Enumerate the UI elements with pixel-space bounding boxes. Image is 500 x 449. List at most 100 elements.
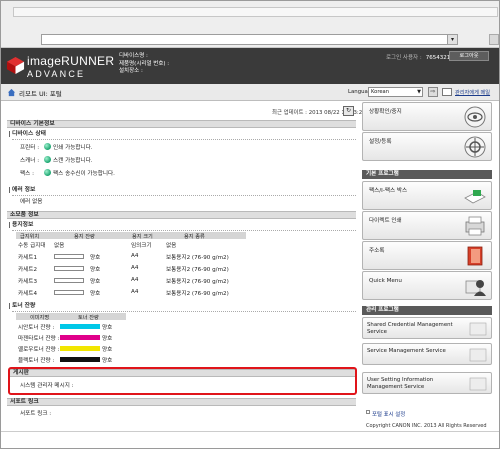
shared-credential-button[interactable]: Shared Credential Management Service — [362, 317, 492, 339]
paper-source: 카세트3 — [18, 279, 37, 285]
toner-level-bar-black — [60, 357, 100, 362]
support-header: 서포트 링크 — [7, 398, 356, 406]
chevron-down-icon: ▼ — [417, 89, 421, 95]
paper-level: 양호 — [90, 255, 101, 261]
location-label: 설치장소 : — [119, 68, 143, 74]
direct-print-button[interactable]: 다이렉트 인쇄 — [362, 211, 492, 240]
paper-level-bar — [54, 278, 84, 283]
paper-type: 보통용지2 (76-90 g/m2) — [166, 255, 229, 261]
login-info: 로그인 사용자 :7654321 — [386, 53, 450, 61]
user-setting-button[interactable]: User Setting Information Management Serv… — [362, 372, 492, 394]
language-select[interactable]: Korean ▼ — [368, 87, 423, 97]
status-label-fax: 팩스 : — [20, 171, 34, 177]
quick-menu-button[interactable]: Quick Menu — [362, 271, 492, 300]
paper-size: A4 — [131, 277, 139, 283]
toner-level-bar-yellow — [60, 346, 100, 351]
service-icon — [469, 348, 487, 362]
status-ok-icon — [44, 156, 51, 163]
logout-button[interactable]: 로그아웃 — [449, 51, 489, 61]
paper-source: 카세트4 — [18, 291, 37, 297]
admin-mail-link[interactable]: 관리자에게 메일 — [455, 89, 490, 96]
divider — [12, 195, 356, 196]
status-value-scanner: 스캔 가능합니다. — [53, 158, 93, 164]
error-value: 에러 없음 — [20, 199, 43, 205]
paper-table-header — [16, 232, 246, 239]
status-value-fax: 팩스 송수신이 가능합니다. — [53, 171, 115, 177]
toner-col-level: 토너 잔량 — [78, 315, 99, 321]
service-icon — [469, 322, 487, 336]
toner-level: 양호 — [102, 325, 113, 331]
status-value-printer: 인쇄 가능합니다. — [53, 145, 93, 151]
paper-level-bar — [54, 290, 84, 295]
toner-level: 양호 — [102, 336, 113, 342]
corner-button[interactable] — [489, 34, 499, 45]
toner-level-bar-cyan — [60, 324, 100, 329]
paper-size: 임의크기 — [131, 243, 152, 249]
toner-name: 시안토너 잔량 : — [18, 325, 55, 331]
service-management-button[interactable]: Service Management Service — [362, 343, 492, 365]
brand-line2: ADVANCE — [27, 69, 86, 79]
paper-level-bar — [54, 254, 84, 259]
brand-line1: imageRUNNER — [27, 54, 115, 68]
paper-size: A4 — [131, 265, 139, 271]
fax-box-button[interactable]: 팩스/I-팩스 박스 — [362, 181, 492, 210]
paper-level: 양호 — [90, 279, 101, 285]
paper-type: 보통용지2 (76-90 g/m2) — [166, 267, 229, 273]
toner-name: 블랙토너 잔량 : — [18, 358, 55, 364]
paper-type: 없음 — [166, 243, 177, 249]
portal-display-settings-link[interactable]: 포털 표시 설정 — [372, 410, 405, 418]
refresh-icon[interactable]: ↻ — [343, 106, 354, 116]
app-header: imageRUNNER ADVANCE 디바이스명 : 제품명(시리얼 번호) … — [1, 48, 499, 84]
toner-name: 마젠타토너 잔량 : — [18, 336, 60, 342]
status-monitor-button[interactable]: 상황확인/중지 — [362, 102, 492, 131]
paper-level-bar — [54, 266, 84, 271]
toner-info-header: 토너 잔량 — [8, 303, 36, 309]
divider — [12, 311, 356, 312]
direct-print-label: 다이렉트 인쇄 — [369, 218, 402, 224]
address-bar[interactable] — [41, 34, 458, 45]
status-icon — [464, 106, 486, 128]
toner-level: 양호 — [102, 358, 113, 364]
paper-level: 없음 — [54, 243, 65, 249]
paper-type: 보통용지2 (76-90 g/m2) — [166, 291, 229, 297]
address-book-icon — [467, 246, 483, 266]
toner-level: 양호 — [102, 347, 113, 353]
basic-programs-header: 기본 프로그램 — [362, 170, 492, 179]
paper-col-source: 급지위치 — [20, 234, 40, 240]
language-value: Korean — [371, 89, 389, 95]
page-title: 리모트 UI: 포털 — [19, 90, 62, 98]
footer-divider — [1, 431, 499, 432]
paper-source: 카세트2 — [18, 267, 37, 273]
user-setting-label: User Setting Information Management Serv… — [367, 377, 434, 390]
paper-size: A4 — [131, 253, 139, 259]
device-info: 디바이스명 : 제품명(시리얼 번호) : 설치장소 : — [119, 53, 169, 76]
title-bar: 리모트 UI: 포털 Language: Korean ▼ ⇨ 관리자에게 메일 — [1, 84, 499, 101]
product-name-label: 제품명(시리얼 번호) : — [119, 60, 170, 67]
settings-button[interactable]: 설정/등록 — [362, 132, 492, 161]
support-text: 서포트 링크 : — [20, 411, 52, 417]
copyright: Copyright CANON INC. 2013 All Rights Res… — [366, 423, 487, 429]
status-ok-icon — [44, 169, 51, 176]
paper-level: 양호 — [90, 291, 101, 297]
shared-credential-label: Shared Credential Management Service — [367, 322, 453, 335]
toner-level-bar-magenta — [60, 335, 100, 340]
mail-icon[interactable] — [442, 88, 452, 96]
fax-box-label: 팩스/I-팩스 박스 — [369, 188, 408, 194]
address-dropdown-icon[interactable]: ▾ — [447, 35, 457, 44]
device-basic-info-header: 디바이스 기본정보 — [7, 120, 356, 128]
status-ok-icon — [44, 143, 51, 150]
error-info-header: 에러 정보 — [8, 187, 36, 193]
admin-programs-header: 관리 프로그램 — [362, 306, 492, 315]
address-book-button[interactable]: 주소록 — [362, 241, 492, 270]
language-apply-icon[interactable]: ⇨ — [428, 87, 438, 97]
address-book-label: 주소록 — [369, 248, 385, 254]
settings-label: 설정/등록 — [369, 139, 392, 145]
direct-print-icon — [465, 216, 485, 236]
device-status-header: 디바이스 상태 — [8, 131, 47, 137]
home-icon[interactable] — [7, 88, 16, 97]
paper-source: 카세트1 — [18, 255, 37, 261]
login-user-value: 7654321 — [425, 55, 451, 61]
paper-source: 수동 급지대 — [18, 243, 46, 249]
consumables-header: 소모품 정보 — [7, 211, 356, 219]
paper-type: 보통용지2 (76-90 g/m2) — [166, 279, 229, 285]
